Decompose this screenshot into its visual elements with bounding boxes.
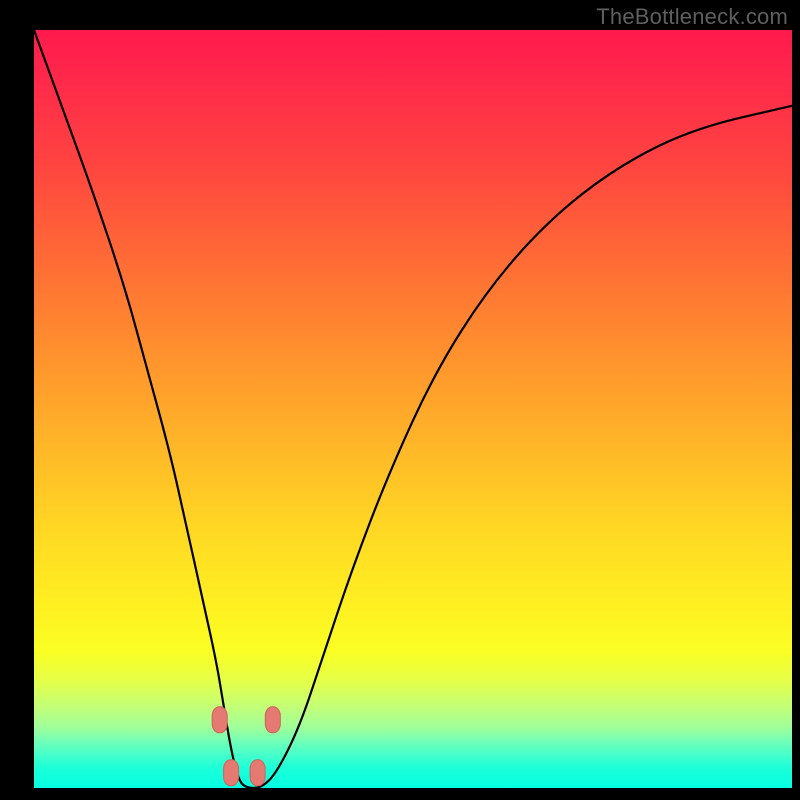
bottleneck-curve	[34, 30, 792, 788]
curve-marker	[250, 760, 265, 786]
chart-stage: TheBottleneck.com	[0, 0, 800, 800]
plot-area	[34, 30, 792, 788]
curve-layer	[34, 30, 792, 788]
curve-marker	[212, 707, 227, 733]
curve-marker	[224, 760, 239, 786]
watermark-text: TheBottleneck.com	[596, 4, 788, 30]
bottom-edge	[0, 788, 800, 800]
curve-marker	[265, 707, 280, 733]
curve-markers	[212, 707, 280, 786]
